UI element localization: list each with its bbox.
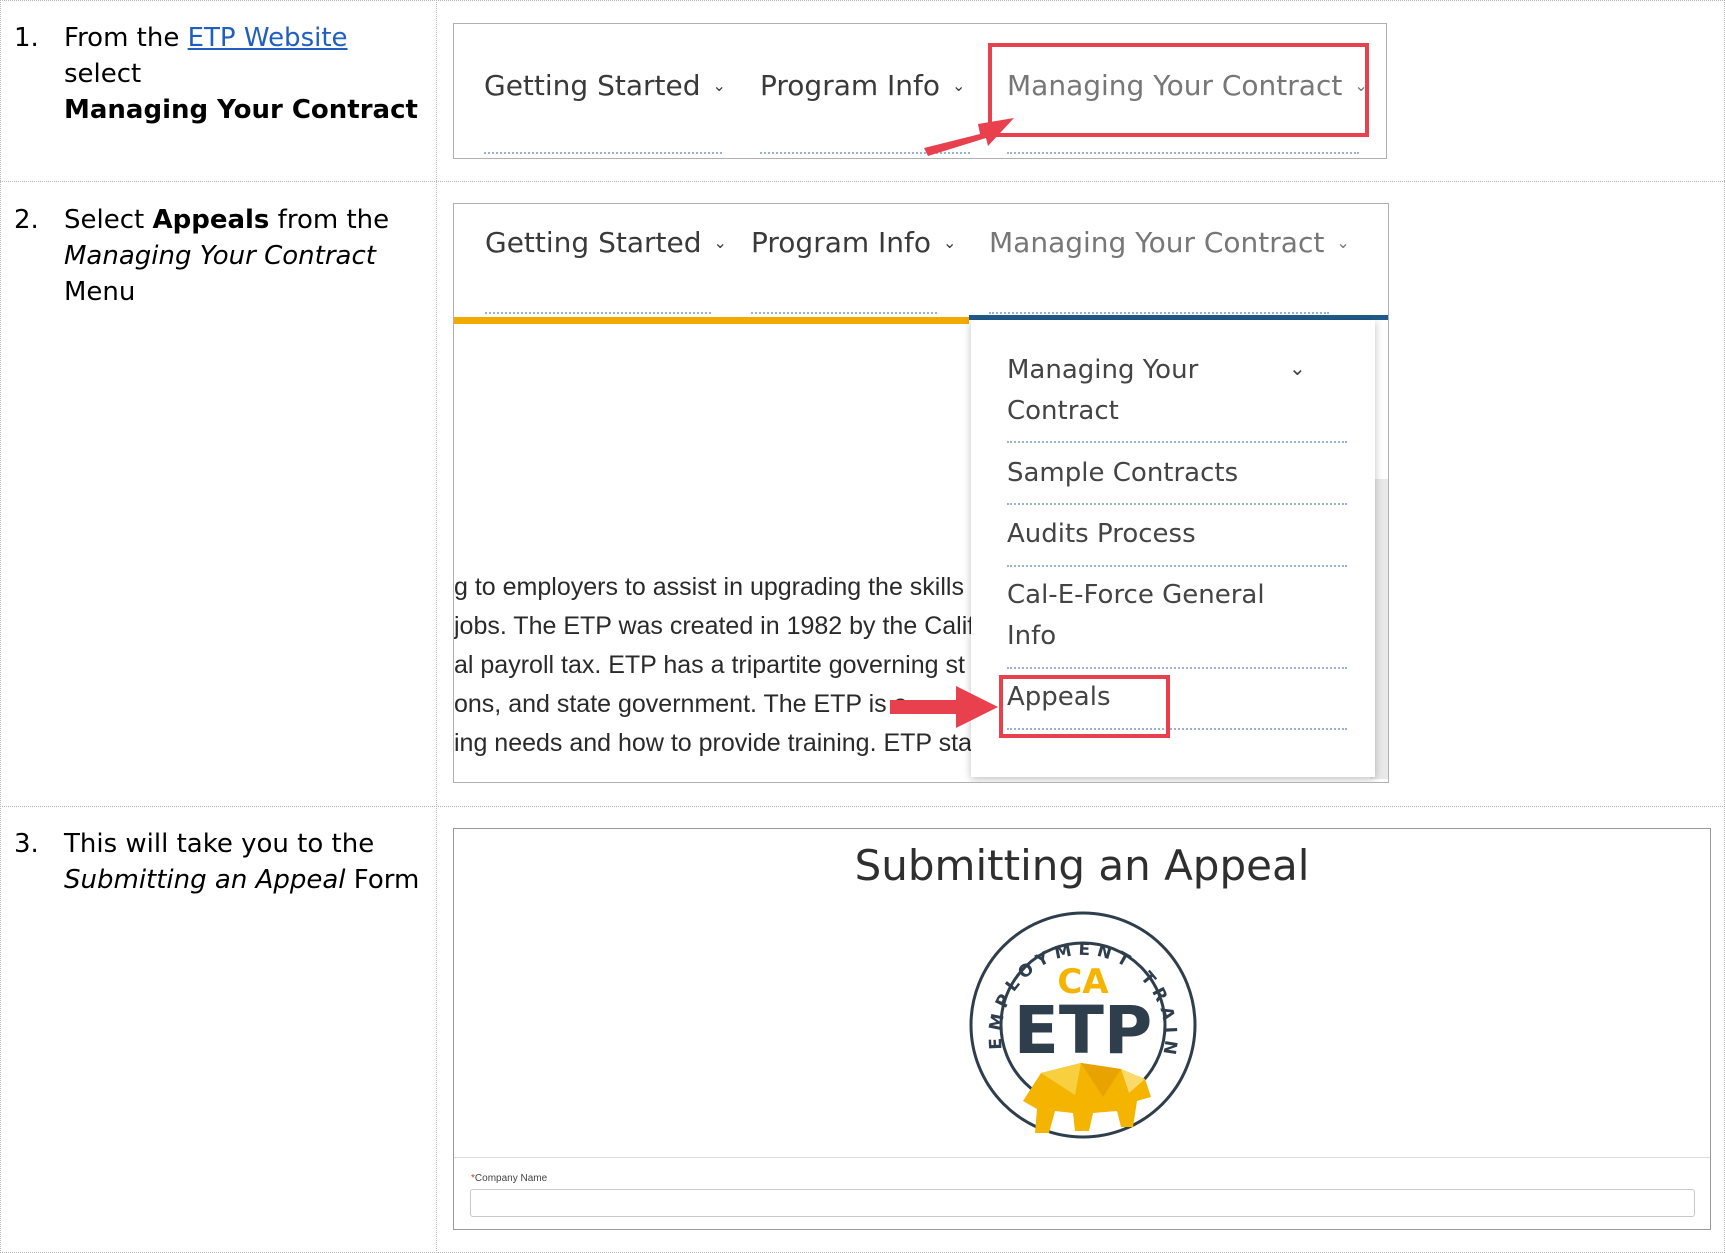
highlight-box: [999, 675, 1170, 738]
dropdown-item-audits-process[interactable]: Audits Process: [1007, 514, 1196, 555]
chevron-down-icon: ⌄: [1336, 233, 1350, 252]
nav-label: Managing Your Contract: [989, 226, 1325, 259]
chevron-down-icon: ⌄: [1289, 356, 1306, 380]
form-title: Submitting an Appeal: [854, 841, 1310, 890]
dropdown-item-line: Cal-E-Force General: [1007, 580, 1265, 610]
step-text-part: Menu: [64, 277, 136, 307]
table-border-top: [0, 0, 1725, 1]
table-row-divider: [0, 181, 1725, 182]
step-number: 1.: [14, 23, 39, 53]
dropdown-item-sample-contracts[interactable]: Sample Contracts: [1007, 453, 1238, 494]
form-section-divider: [454, 1157, 1710, 1158]
dropdown-item-cal-e-force[interactable]: Cal-E-Force General Info: [1007, 575, 1265, 657]
step-text: Select Appeals from the Managing Your Co…: [64, 202, 424, 310]
ca-etp-logo: EMPLOYMENT TRAINING PANEL CA ETP: [963, 905, 1197, 1139]
table-column-divider: [436, 0, 437, 1253]
step-bold-text: Managing Your Contract: [64, 95, 418, 125]
nav-label: Program Info: [760, 69, 941, 102]
dropdown-divider: [1007, 667, 1347, 669]
chevron-down-icon: ⌄: [952, 76, 966, 95]
body-text-line: al payroll tax. ETP has a tripartite gov…: [454, 651, 965, 679]
dropdown-divider: [1007, 565, 1347, 567]
accent-bar-orange: [454, 317, 969, 324]
nav-underline: [485, 312, 711, 314]
dropdown-divider: [1007, 503, 1347, 505]
nav-label: Program Info: [751, 226, 932, 259]
nav-program-info[interactable]: Program Info ⌄: [751, 226, 956, 259]
chevron-down-icon: ⌄: [943, 233, 957, 252]
step-text-part: from the: [269, 205, 390, 235]
arrow-pointer-icon: [890, 686, 998, 728]
step-text-part: select: [64, 59, 142, 89]
field-label-text: Company Name: [474, 1173, 548, 1184]
dropdown-header[interactable]: Managing Your Contract: [1007, 350, 1198, 432]
table-border-left: [0, 0, 1, 1253]
dropdown-divider: [1007, 441, 1347, 443]
logo-etp-text: ETP: [1014, 992, 1152, 1069]
body-text-line: g to employers to assist in upgrading th…: [454, 573, 964, 601]
company-name-input[interactable]: [470, 1189, 1695, 1217]
step-text-part: From the: [64, 23, 188, 53]
company-name-label: *Company Name: [471, 1173, 547, 1184]
nav-underline: [989, 312, 1329, 314]
step-italic-text: Submitting an Appeal: [64, 865, 346, 895]
dropdown-item-line: Info: [1007, 621, 1057, 651]
arrow-pointer-icon: [924, 118, 1014, 156]
step-text-part: This will take you to the: [64, 829, 375, 859]
nav-getting-started[interactable]: Getting Started ⌄: [485, 226, 727, 259]
nav-underline: [484, 152, 722, 154]
step-text: From the ETP Website select Managing You…: [64, 20, 424, 128]
nav-underline: [1007, 152, 1359, 154]
step-italic-text: Managing Your Contract: [64, 241, 376, 271]
bear-icon: [1023, 1063, 1151, 1133]
etp-website-link[interactable]: ETP Website: [188, 23, 348, 53]
nav-underline: [751, 312, 937, 314]
step-number: 2.: [14, 205, 39, 235]
nav-label: Getting Started: [484, 69, 701, 102]
nav-getting-started[interactable]: Getting Started ⌄: [484, 69, 726, 102]
nav-managing-your-contract[interactable]: Managing Your Contract ⌄: [989, 226, 1350, 259]
table-row-divider: [0, 806, 1725, 807]
step-text: This will take you to the Submitting an …: [64, 826, 424, 898]
chevron-down-icon: ⌄: [713, 233, 727, 252]
chevron-down-icon: ⌄: [712, 76, 726, 95]
step-text-part: Form: [345, 865, 420, 895]
step-text-part: Select: [64, 205, 153, 235]
highlight-box: [988, 43, 1369, 137]
step-bold-text: Appeals: [152, 205, 270, 235]
body-text-line: ons, and state government. The ETP is a: [454, 690, 908, 718]
nav-program-info[interactable]: Program Info ⌄: [760, 69, 965, 102]
dropdown-header-line: Contract: [1007, 396, 1119, 426]
form-screenshot: Submitting an Appeal EMPLOYMENT TRAINING…: [453, 828, 1711, 1230]
step-number: 3.: [14, 829, 39, 859]
dropdown-header-line: Managing Your: [1007, 355, 1199, 385]
body-text-line: jobs. The ETP was created in 1982 by the…: [454, 612, 989, 640]
nav-label: Getting Started: [485, 226, 702, 259]
